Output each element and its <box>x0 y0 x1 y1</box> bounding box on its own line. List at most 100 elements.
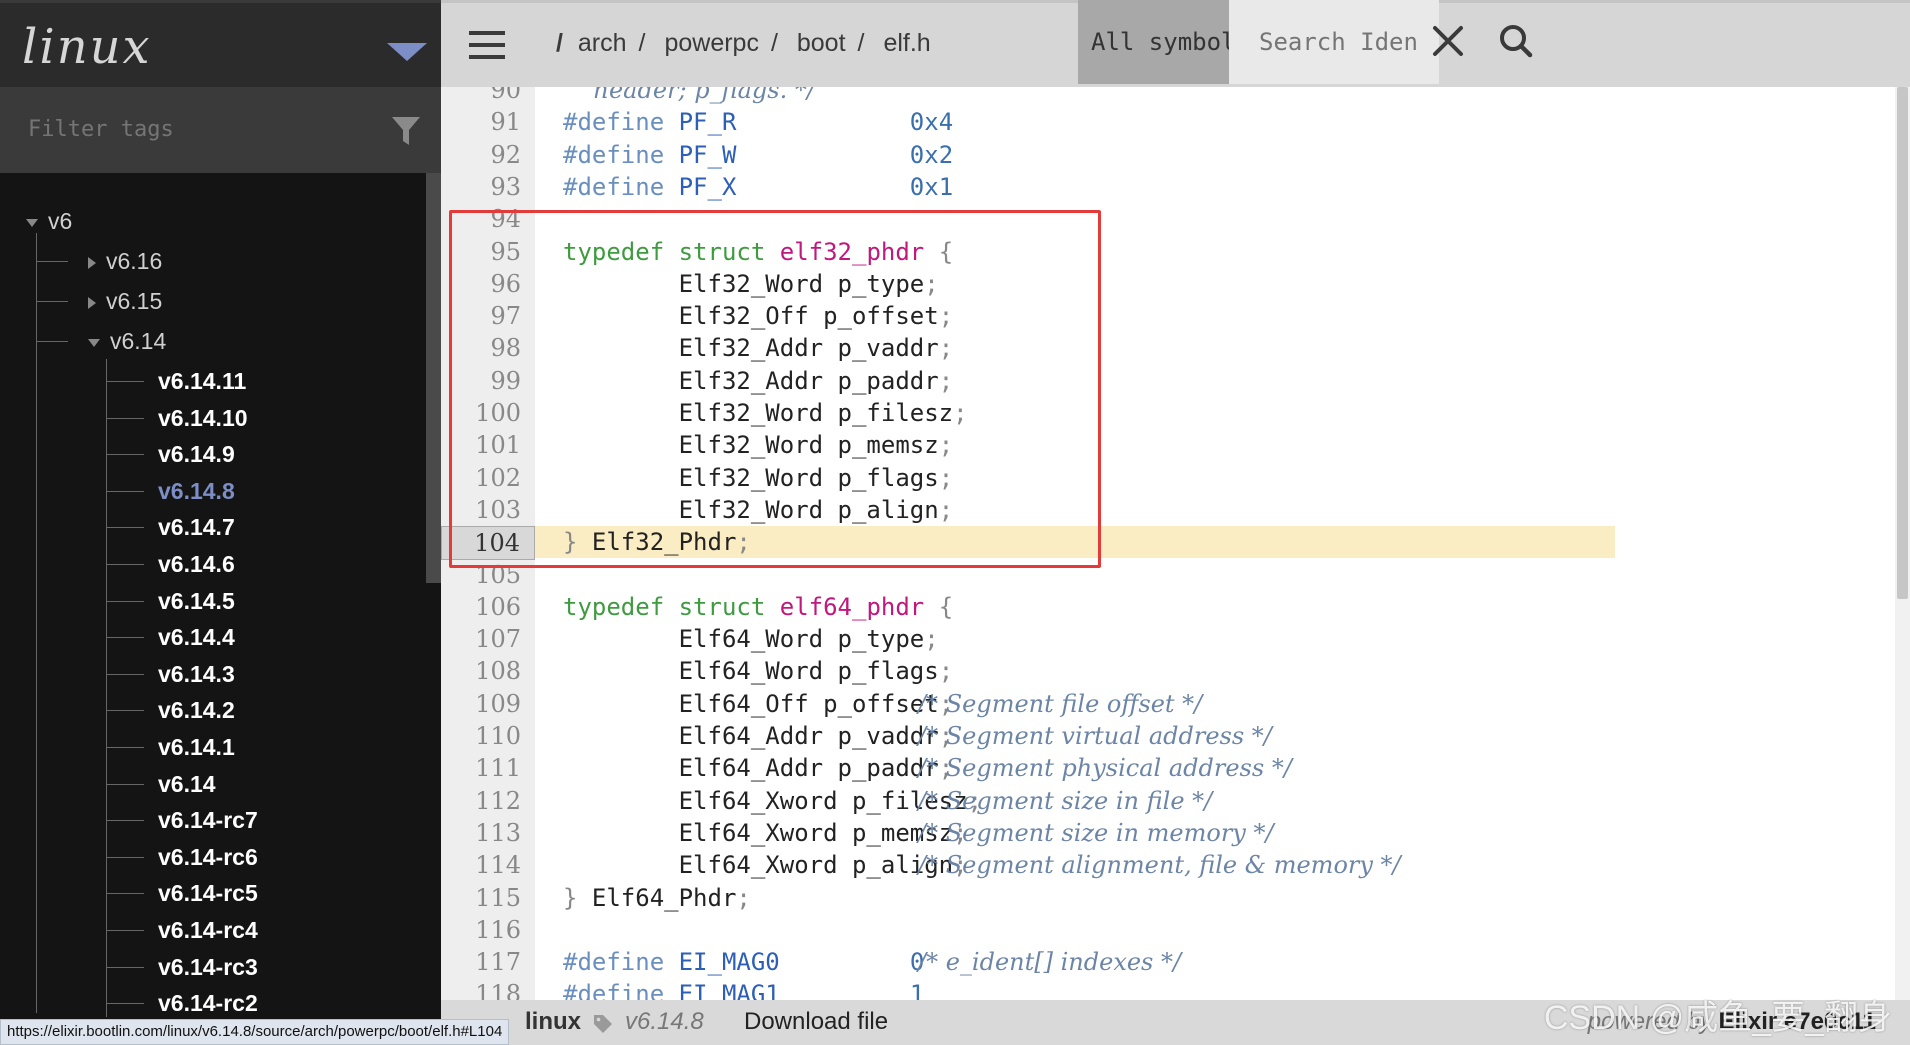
tree-connector <box>106 820 144 822</box>
line-number[interactable]: 115 <box>441 882 535 914</box>
version-link[interactable]: v6.14.7 <box>158 509 235 545</box>
tree-node-v6.15[interactable]: v6.15 <box>88 283 162 319</box>
source-text: } Elf64_Phdr; <box>563 883 751 912</box>
source-text: #define EI_MAG1 1 <box>563 980 925 1000</box>
tree-node-root[interactable]: v6 <box>26 203 72 239</box>
tree-connector <box>36 233 37 1013</box>
download-file-link[interactable]: Download file <box>744 1008 888 1036</box>
tree-connector <box>106 454 144 456</box>
line-number[interactable]: 108 <box>441 655 535 687</box>
tree-connector <box>36 261 68 262</box>
project-dropdown-icon[interactable] <box>387 43 427 61</box>
tree-node-label: v6 <box>48 208 73 234</box>
version-link[interactable]: v6.14-rc4 <box>158 912 258 948</box>
search-button[interactable] <box>1476 0 1587 84</box>
tree-node-label: v6.15 <box>106 288 163 314</box>
filter-tags-input[interactable] <box>28 117 358 142</box>
annotation-box <box>449 210 1101 568</box>
line-number[interactable]: 110 <box>441 720 535 752</box>
filter-bar <box>0 87 441 173</box>
breadcrumb-root[interactable]: / <box>556 29 563 57</box>
line-number[interactable]: 92 <box>441 139 535 171</box>
line-number[interactable]: 116 <box>441 914 535 946</box>
breadcrumb-powerpc[interactable]: powerpc <box>664 29 759 57</box>
tree-connector <box>106 930 144 931</box>
version-link[interactable]: v6.14-rc5 <box>158 875 258 911</box>
code-comment: /* e_ident[] indexes */ <box>918 948 1182 977</box>
line-number[interactable]: 112 <box>441 785 535 817</box>
line-number[interactable]: 111 <box>441 752 535 784</box>
code-scrollbar-thumb[interactable] <box>1897 87 1908 599</box>
source-text: #define EI_MAG0 0/* e_ident[] indexes */ <box>563 948 1182 977</box>
line-number[interactable]: 117 <box>441 946 535 978</box>
footer-version[interactable]: v6.14.8 <box>625 1008 704 1036</box>
tree-node-label: v6.14 <box>110 328 167 354</box>
version-link[interactable]: v6.14 <box>158 766 216 802</box>
expand-down-icon <box>26 218 38 227</box>
expand-right-icon <box>88 296 96 309</box>
source-text: Elf64_Xword p_align;/* Segment alignment… <box>563 851 1401 880</box>
code-comment: /* Segment virtual address */ <box>918 722 1272 750</box>
tree-connector <box>106 490 144 492</box>
source-text: typedef struct elf64_phdr { <box>563 592 954 621</box>
menu-icon[interactable] <box>469 31 505 59</box>
source-text: header; p_flags. */ <box>563 87 815 104</box>
version-link[interactable]: v6.14.3 <box>158 656 235 692</box>
source-text: #define PF_X 0x1 <box>563 172 954 201</box>
line-number[interactable]: 109 <box>441 688 535 720</box>
version-link[interactable]: v6.14.4 <box>158 619 235 655</box>
tree-node-label: v6.16 <box>106 248 163 274</box>
breadcrumb-file[interactable]: elf.h <box>883 29 930 57</box>
project-header[interactable]: linux <box>0 0 441 87</box>
version-link[interactable]: v6.14.10 <box>158 400 248 436</box>
code-comment: /* Segment physical address */ <box>918 754 1292 783</box>
project-name[interactable]: linux <box>22 19 152 75</box>
line-number[interactable]: 106 <box>441 591 535 623</box>
tree-connector <box>106 1003 144 1005</box>
version-link[interactable]: v6.14-rc6 <box>158 839 258 875</box>
line-number[interactable]: 107 <box>441 623 535 655</box>
source-text: Elf64_Off p_offset;/* Segment file offse… <box>563 689 1203 718</box>
source-text: Elf64_Word p_type; <box>563 625 939 654</box>
line-number[interactable]: 114 <box>441 849 535 881</box>
sidebar-scrollbar[interactable] <box>426 173 441 583</box>
expand-right-icon <box>88 256 96 269</box>
source-text: Elf64_Word p_flags; <box>563 657 954 686</box>
filter-icon[interactable] <box>391 115 421 147</box>
source-text: Elf64_Xword p_filesz;/* Segment size in … <box>563 786 1213 815</box>
version-link[interactable]: v6.14.2 <box>158 692 235 728</box>
tree-connector <box>106 637 144 639</box>
tree-connector <box>106 359 107 1017</box>
footer-project[interactable]: linux <box>525 1008 581 1036</box>
breadcrumb-boot[interactable]: boot <box>797 29 846 57</box>
breadcrumb-arch[interactable]: arch <box>578 29 627 57</box>
tree-node-v6.16[interactable]: v6.16 <box>88 243 162 279</box>
tree-connector <box>106 747 144 748</box>
version-link[interactable]: v6.14.6 <box>158 546 235 582</box>
code-comment: /* Segment alignment, file & memory */ <box>918 851 1401 880</box>
tree-connector <box>106 966 144 968</box>
tree-connector <box>106 417 144 419</box>
tree-connector <box>106 783 144 785</box>
tree-node-v6.14[interactable]: v6.14 <box>88 323 166 359</box>
source-text: Elf64_Addr p_paddr;/* Segment physical a… <box>563 754 1292 783</box>
code-comment: /* Segment size in memory */ <box>918 818 1274 847</box>
line-number[interactable]: 113 <box>441 817 535 849</box>
line-number[interactable]: 91 <box>441 106 535 138</box>
line-number[interactable]: 118 <box>441 978 535 1000</box>
version-link[interactable]: v6.14.8 <box>158 473 235 509</box>
version-link[interactable]: v6.14.11 <box>158 363 246 399</box>
version-link[interactable]: v6.14.1 <box>158 729 235 765</box>
sidebar: linux v6v6.16v6.15v6.14v6.14.11v6.14.10v… <box>0 0 441 1045</box>
version-link[interactable]: v6.14-rc2 <box>158 985 258 1017</box>
version-link[interactable]: v6.14-rc3 <box>158 949 258 985</box>
breadcrumb-sep: / <box>638 29 646 57</box>
tree-connector <box>36 341 68 342</box>
tag-icon <box>594 1015 612 1033</box>
line-number[interactable]: 93 <box>441 171 535 203</box>
version-link[interactable]: v6.14.5 <box>158 583 235 619</box>
version-link[interactable]: v6.14-rc7 <box>158 802 258 838</box>
line-number[interactable]: 90 <box>441 87 535 106</box>
expand-down-icon <box>88 338 100 347</box>
version-link[interactable]: v6.14.9 <box>158 436 235 472</box>
